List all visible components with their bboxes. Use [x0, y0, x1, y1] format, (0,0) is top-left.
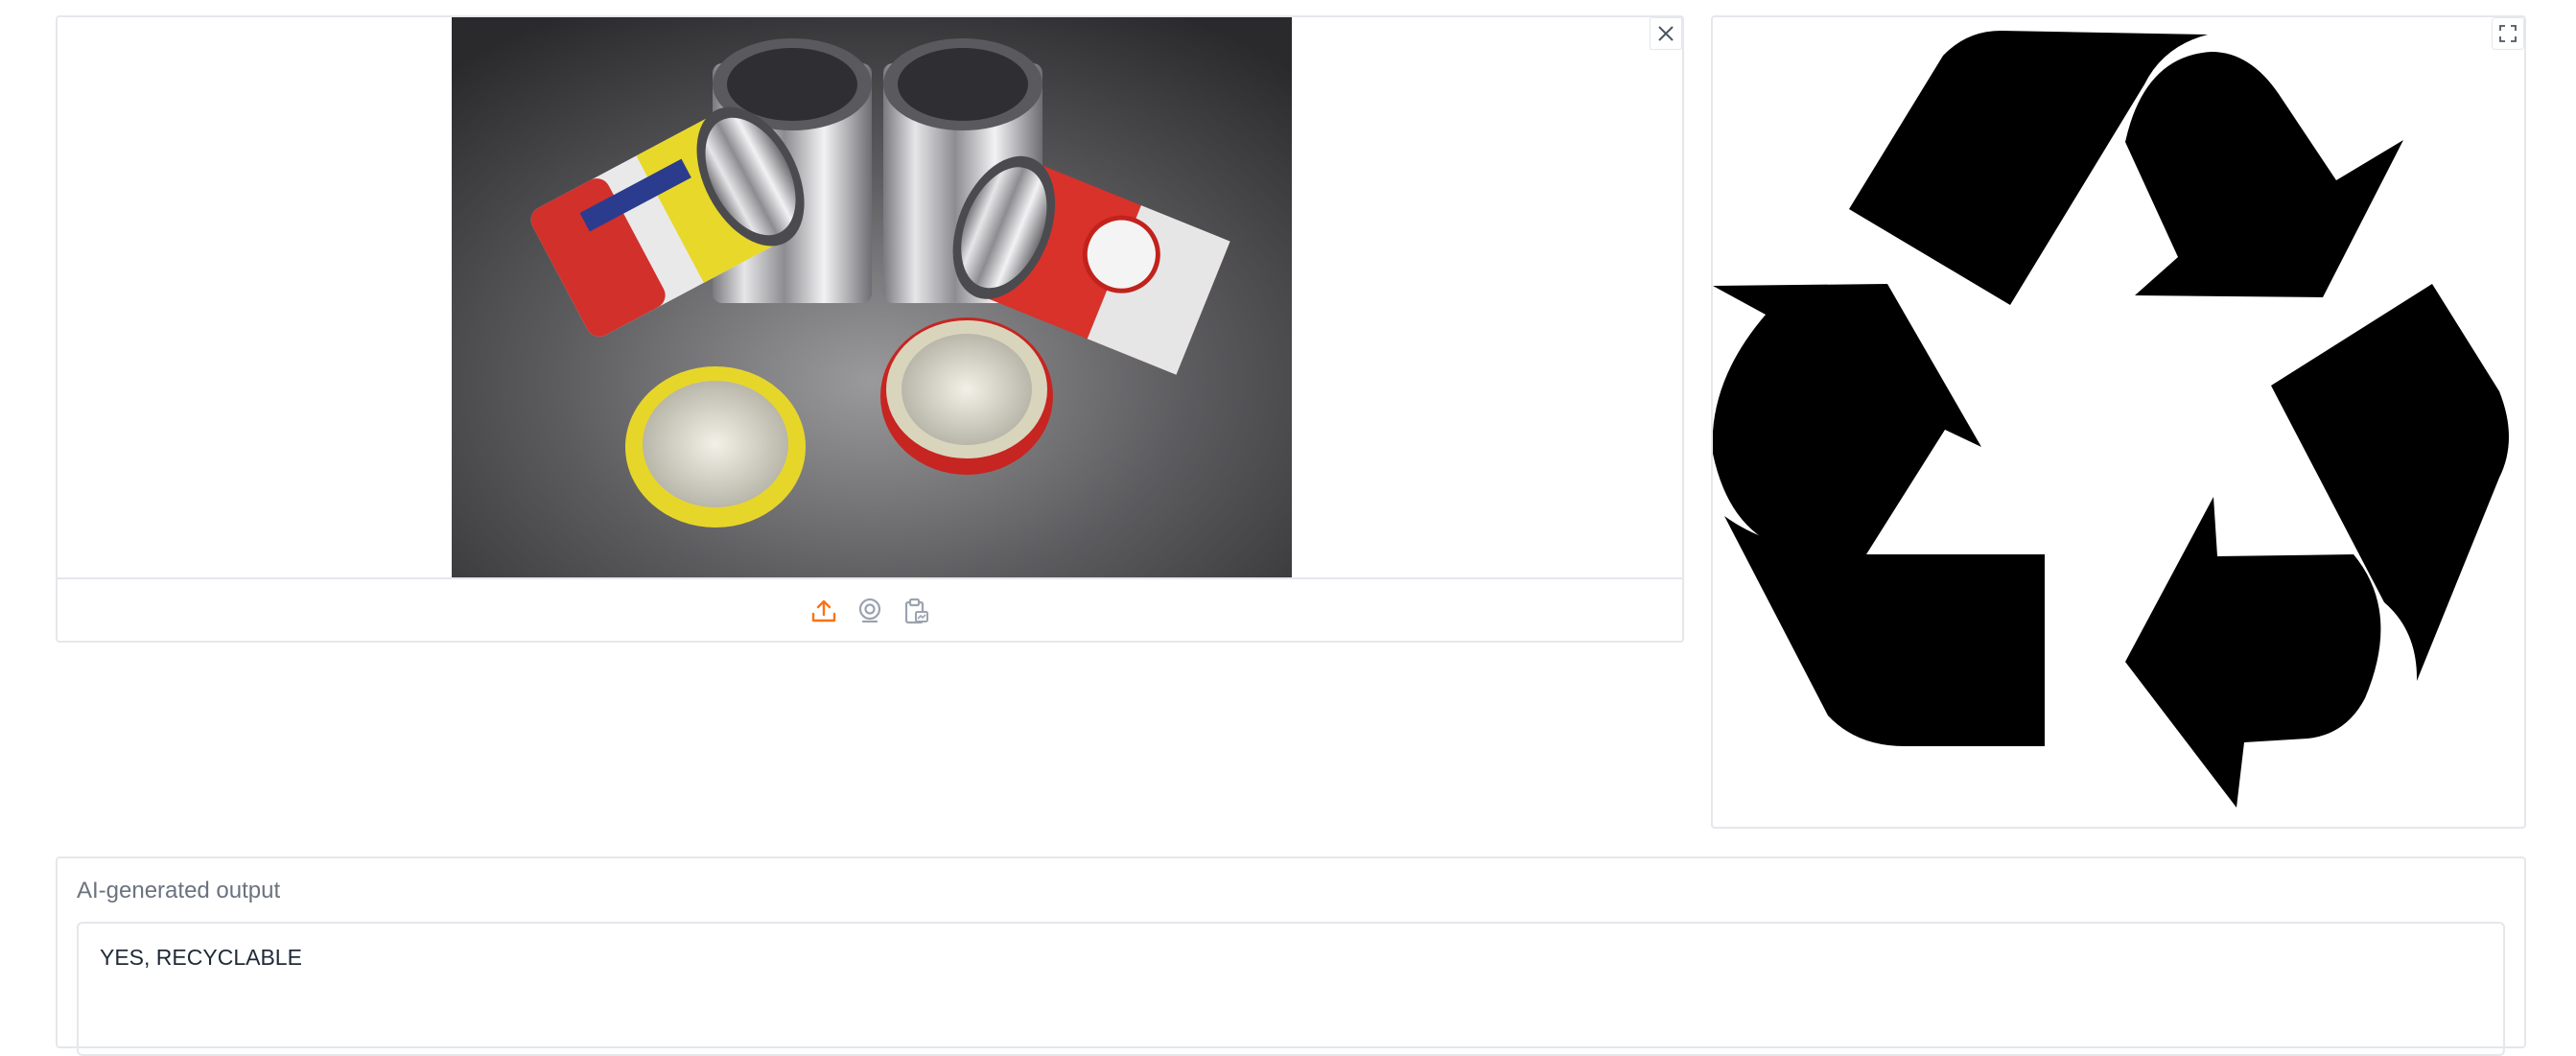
output-textbox[interactable]: YES, RECYCLABLE [77, 922, 2505, 1056]
webcam-icon [858, 598, 881, 623]
paste-clipboard-button[interactable] [902, 597, 930, 625]
webcam-button[interactable] [855, 597, 884, 625]
input-photo [452, 17, 1292, 577]
recycle-icon [1713, 31, 2509, 808]
fullscreen-icon [2499, 25, 2517, 42]
close-button[interactable] [1650, 17, 1682, 50]
clipboard-icon [904, 598, 928, 624]
output-text-panel: AI-generated output YES, RECYCLABLE [56, 857, 2526, 1056]
image-source-toolbar [58, 577, 1682, 643]
output-label: AI-generated output [77, 878, 281, 903]
close-icon [1658, 26, 1674, 41]
upload-icon [811, 599, 836, 622]
upload-button[interactable] [809, 597, 838, 625]
fullscreen-button[interactable] [2492, 17, 2524, 50]
input-image-panel [56, 15, 1684, 643]
output-image-panel [1711, 15, 2526, 829]
image-preview [58, 17, 1682, 577]
